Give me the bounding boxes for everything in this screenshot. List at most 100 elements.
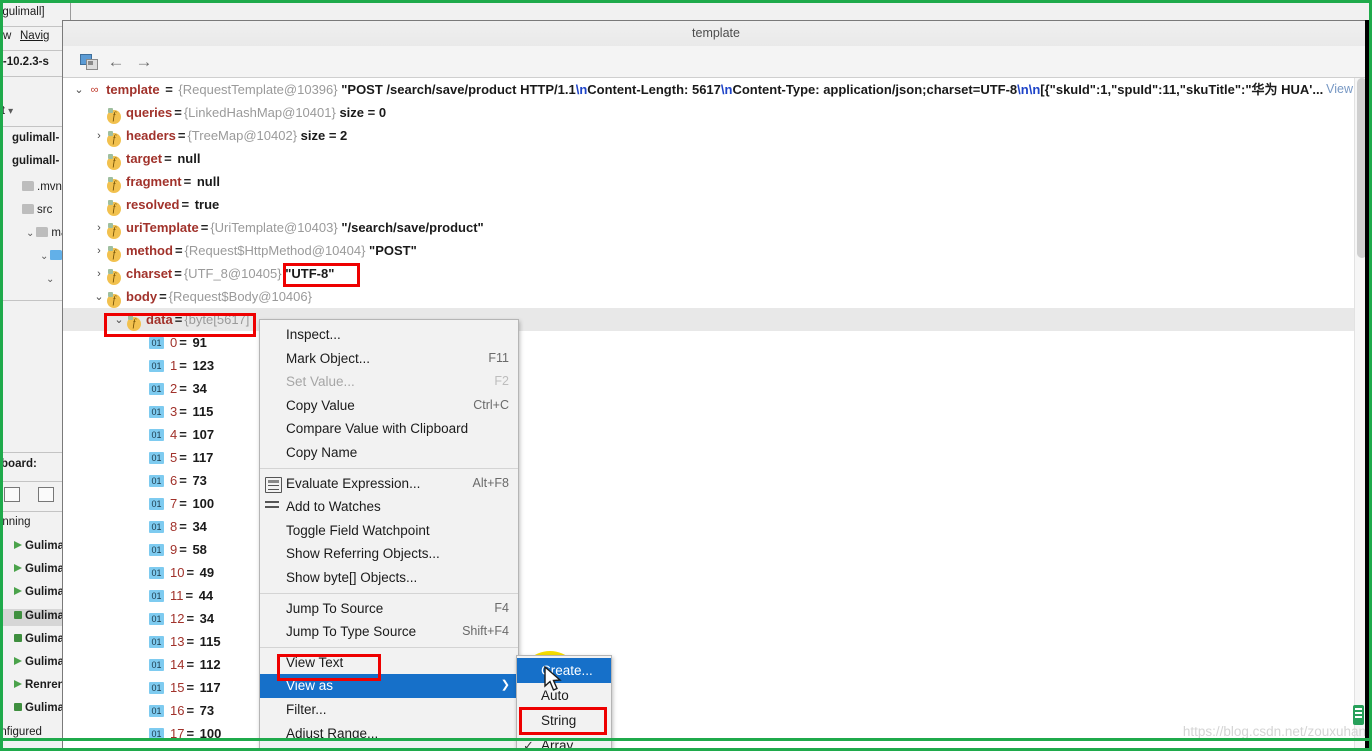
chevron-down-icon[interactable]: ⌄ [71,79,87,102]
tree-row-queries[interactable]: f queries = {LinkedHashMap@10401} size = 0 [63,101,1369,124]
ide-tree-expand-more[interactable]: ⌄ [46,273,56,285]
menu-item-copy-value[interactable]: Copy Value Ctrl+C [260,394,518,418]
tree-row-name: 16 [170,703,185,718]
tree-row-name: target [126,151,163,166]
ide-tree-item-2[interactable]: .mvn [22,181,62,193]
tree-row-body[interactable]: ⌄ f body = {Request$Body@10406} [63,285,1369,308]
tree-row-method[interactable]: › f method = {Request$HttpMethod@10404} "POS… [63,239,1369,262]
chevron-right-icon[interactable]: › [91,240,107,263]
tree-row-name: 0 [170,335,178,350]
tree-row-template[interactable]: ⌄ ∞ template = {RequestTemplate@10396} "… [63,78,1369,101]
tree-row-value: null [173,151,201,166]
screenshot-root: :\gulimall] iew Navig re-10.2.3-s ct ▾ g… [0,0,1372,751]
equals-sign: = [186,611,195,626]
field-badge-icon: f [107,292,121,308]
group-by-icon[interactable] [4,487,20,502]
tree-row-value: size = 0 [339,105,387,120]
tree-row-name: queries [126,105,173,120]
menu-item-evaluate-expression[interactable]: Evaluate Expression... Alt+F8 [260,472,518,496]
tree-row-fragment[interactable]: f fragment = null [63,170,1369,193]
ide-menu-view[interactable]: iew [0,30,11,42]
menu-item-label: Inspect... [286,327,341,342]
tree-row-resolved[interactable]: f resolved = true [63,193,1369,216]
menu-item-show-referring-objects[interactable]: Show Referring Objects... [260,542,518,566]
tree-row-value: 117 [188,450,214,465]
menu-item-accelerator: F4 [494,600,509,615]
menu-item-inspect[interactable]: Inspect... [260,323,518,347]
field-badge-icon: f [107,223,121,239]
ide-menu-navigate[interactable]: Navig [20,30,49,42]
menu-item-add-to-watches[interactable]: Add to Watches [260,495,518,519]
annotation-green-line [0,738,1372,741]
primitive-badge-icon: 01 [149,613,164,625]
menu-item-toggle-field-watchpoint[interactable]: Toggle Field Watchpoint [260,519,518,543]
chevron-down-icon[interactable]: ⌄ [91,286,107,309]
menu-separator [260,592,518,594]
tree-row-name: 3 [170,404,178,419]
chevron-right-icon[interactable]: › [91,263,107,286]
primitive-badge-icon: 01 [149,705,164,717]
tree-row-charset[interactable]: › f charset = {UTF_8@10405} "UTF-8" [63,262,1369,285]
ide-title-path: :\gulimall] [0,6,45,18]
tree-row-uriTemplate[interactable]: › f uriTemplate = {UriTemplate@10403} "/sear… [63,216,1369,239]
equals-sign: = [179,450,187,465]
ide-module-breadcrumb[interactable]: re-10.2.3-s [0,56,49,68]
tree-row-name: resolved [126,197,180,212]
ide-project-selector[interactable]: ct ▾ [0,105,15,117]
menu-item-view-text[interactable]: View Text [260,651,518,675]
ide-not-configured-label: onfigured [0,726,42,738]
ide-tree-item-1[interactable]: gulimall- [12,155,59,167]
menu-item-jump-to-source[interactable]: Jump To Source F4 [260,597,518,621]
tree-row-name: 9 [170,542,178,557]
chevron-right-icon[interactable]: › [91,217,107,240]
submenu-item-array[interactable]: ✓ Array [517,733,611,751]
check-icon: ✓ [266,745,277,751]
primitive-badge-icon: 01 [149,498,164,510]
menu-item-label: Toggle Field Watchpoint [286,522,430,538]
menu-item-show-byte-objects[interactable]: Show byte[] Objects... [260,566,518,590]
ide-tree-item-0[interactable]: gulimall- [12,132,59,144]
tree-row-headers[interactable]: › f headers = {TreeMap@10402} size = 2 [63,124,1369,147]
context-menu[interactable]: Inspect... Mark Object... F11 Set Value... F… [259,319,519,751]
view-as-submenu[interactable]: Create... Auto String ✓ Array [516,655,612,751]
tree-row-target[interactable]: f target = null [63,147,1369,170]
tree-row-value: 115 [188,404,214,419]
primitive-badge-icon: 01 [149,636,164,648]
submenu-item-create[interactable]: Create... [517,658,611,683]
chevron-down-icon: ⌄ [40,251,49,262]
menu-item-show-types[interactable]: ✓Show types [260,745,518,751]
arrow-right-icon[interactable]: → [131,50,157,74]
inspect-window-icon[interactable] [75,50,101,74]
chevron-down-icon[interactable]: ⌄ [111,309,127,332]
chevron-right-icon[interactable]: › [91,125,107,148]
menu-item-filter[interactable]: Filter... [260,698,518,722]
menu-item-jump-to-type-source[interactable]: Jump To Type Source Shift+F4 [260,620,518,644]
submenu-item-auto[interactable]: Auto [517,683,611,708]
menu-item-accelerator: F11 [488,350,509,365]
menu-item-copy-name[interactable]: Copy Name [260,441,518,465]
chevron-down-icon: ⌄ [46,274,55,285]
menu-item-compare-value-with-clipboard[interactable]: Compare Value with Clipboard [260,417,518,441]
tree-row-value: 73 [188,473,207,488]
tree-row-name: method [126,243,173,258]
tree-row-name: 1 [170,358,178,373]
view-options-icon[interactable] [38,487,54,502]
check-icon: ✓ [523,738,534,751]
ide-tree-item-3[interactable]: src [22,204,52,216]
equals-sign: = [174,312,183,327]
equals-sign: = [177,128,186,143]
run-icon [14,541,22,549]
arrow-left-icon[interactable]: ← [103,50,129,74]
view-link[interactable]: View [1326,78,1353,101]
menu-item-adjust-range[interactable]: Adjust Range... [260,722,518,746]
menu-item-view-as[interactable]: View as ❯ [260,674,518,698]
submenu-item-string[interactable]: String [517,708,611,733]
menu-item-mark-object[interactable]: Mark Object... F11 [260,347,518,371]
